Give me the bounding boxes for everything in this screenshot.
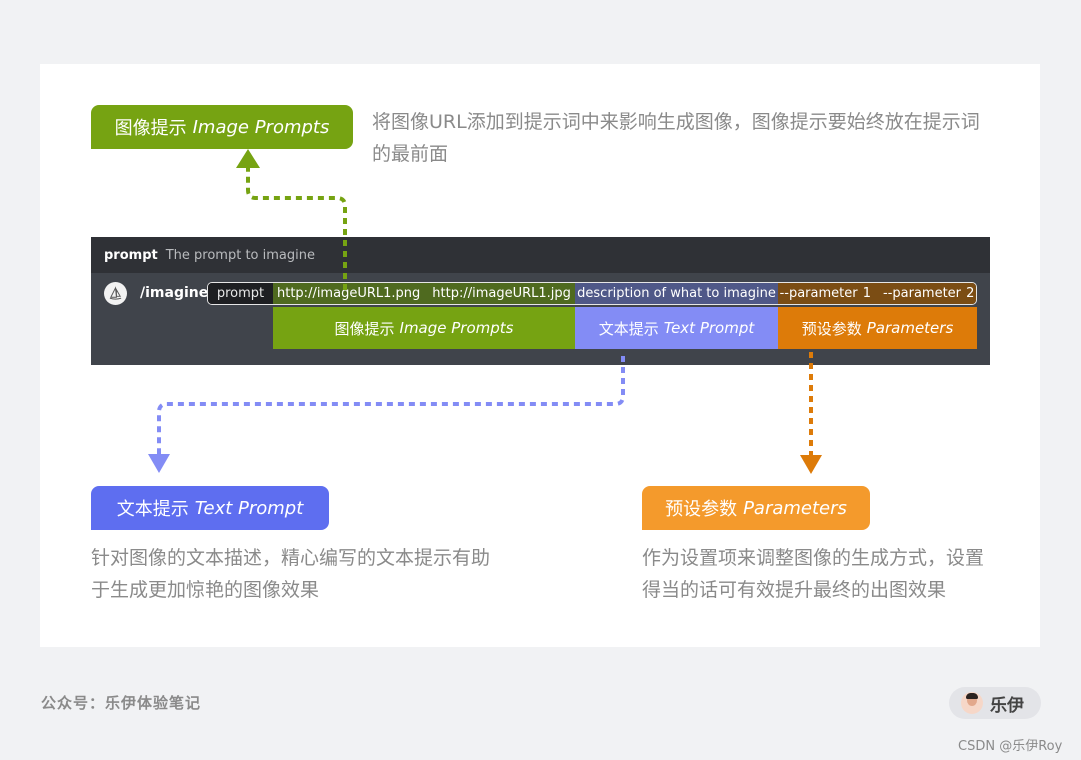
text-description-segment: description of what to imagine	[575, 283, 778, 304]
band-label-cn: 图像提示	[334, 319, 395, 338]
prompt-param-label: prompt	[208, 283, 273, 304]
watermark: CSDN @乐伊Roy	[958, 739, 1063, 754]
band-label-cn: 预设参数	[801, 319, 862, 338]
image-url: http://imageURL1.png	[277, 286, 421, 301]
author-name: 乐伊	[990, 695, 1024, 716]
text-prompt-band: 文本提示 Text Prompt	[575, 307, 778, 349]
parameters-description: 作为设置项来调整图像的生成方式，设置得当的话可有效提升最终的出图效果	[642, 547, 985, 601]
parameter: --parameter 2	[883, 286, 975, 301]
band-label-en: Text Prompt	[663, 319, 755, 337]
imagine-command: /imagine	[140, 285, 209, 301]
parameters-tag: 预设参数 Parameters	[642, 486, 870, 530]
text-prompt-tag-cn: 文本提示	[116, 499, 189, 520]
parameters-tag-cn: 预设参数	[665, 499, 738, 520]
parameters-segment: --parameter 1 --parameter 2	[778, 283, 976, 304]
band-label-cn: 文本提示	[598, 319, 659, 338]
band-label-en: Parameters	[866, 319, 954, 337]
account-name: 公众号：乐伊体验笔记	[41, 694, 202, 712]
avatar	[961, 692, 983, 714]
discord-command-panel: prompt The prompt to imagine /imagine pr…	[91, 237, 990, 365]
command-option-header: prompt The prompt to imagine	[91, 237, 990, 273]
text-prompt-tag-en: Text Prompt	[194, 497, 304, 519]
command-row: /imagine prompt http://imageURL1.png htt…	[91, 282, 990, 306]
author-badge: 乐伊	[949, 687, 1041, 719]
band-label-en: Image Prompts	[399, 319, 514, 337]
image-prompts-tag: 图像提示 Image Prompts	[91, 105, 353, 149]
parameters-band: 预设参数 Parameters	[778, 307, 977, 349]
parameters-tag-en: Parameters	[743, 497, 847, 519]
option-name: prompt	[104, 247, 158, 263]
midjourney-boat-icon	[104, 282, 127, 305]
image-prompts-tag-cn: 图像提示	[114, 118, 187, 139]
image-prompts-tag-en: Image Prompts	[192, 116, 330, 138]
option-hint: The prompt to imagine	[165, 247, 315, 263]
text-prompt-description: 针对图像的文本描述，精心编写的文本提示有助于生成更加惊艳的图像效果	[91, 547, 491, 601]
image-prompts-description: 将图像URL添加到提示词中来影响生成图像，图像提示要始终放在提示词的最前面	[372, 111, 980, 165]
text-prompt-tag: 文本提示 Text Prompt	[91, 486, 329, 530]
parameter: --parameter 1	[779, 286, 871, 301]
image-url: http://imageURL1.jpg	[432, 286, 571, 301]
image-prompts-band: 图像提示 Image Prompts	[273, 307, 575, 349]
image-urls-segment: http://imageURL1.png http://imageURL1.jp…	[273, 283, 575, 304]
prompt-input[interactable]: prompt http://imageURL1.png http://image…	[207, 282, 977, 305]
